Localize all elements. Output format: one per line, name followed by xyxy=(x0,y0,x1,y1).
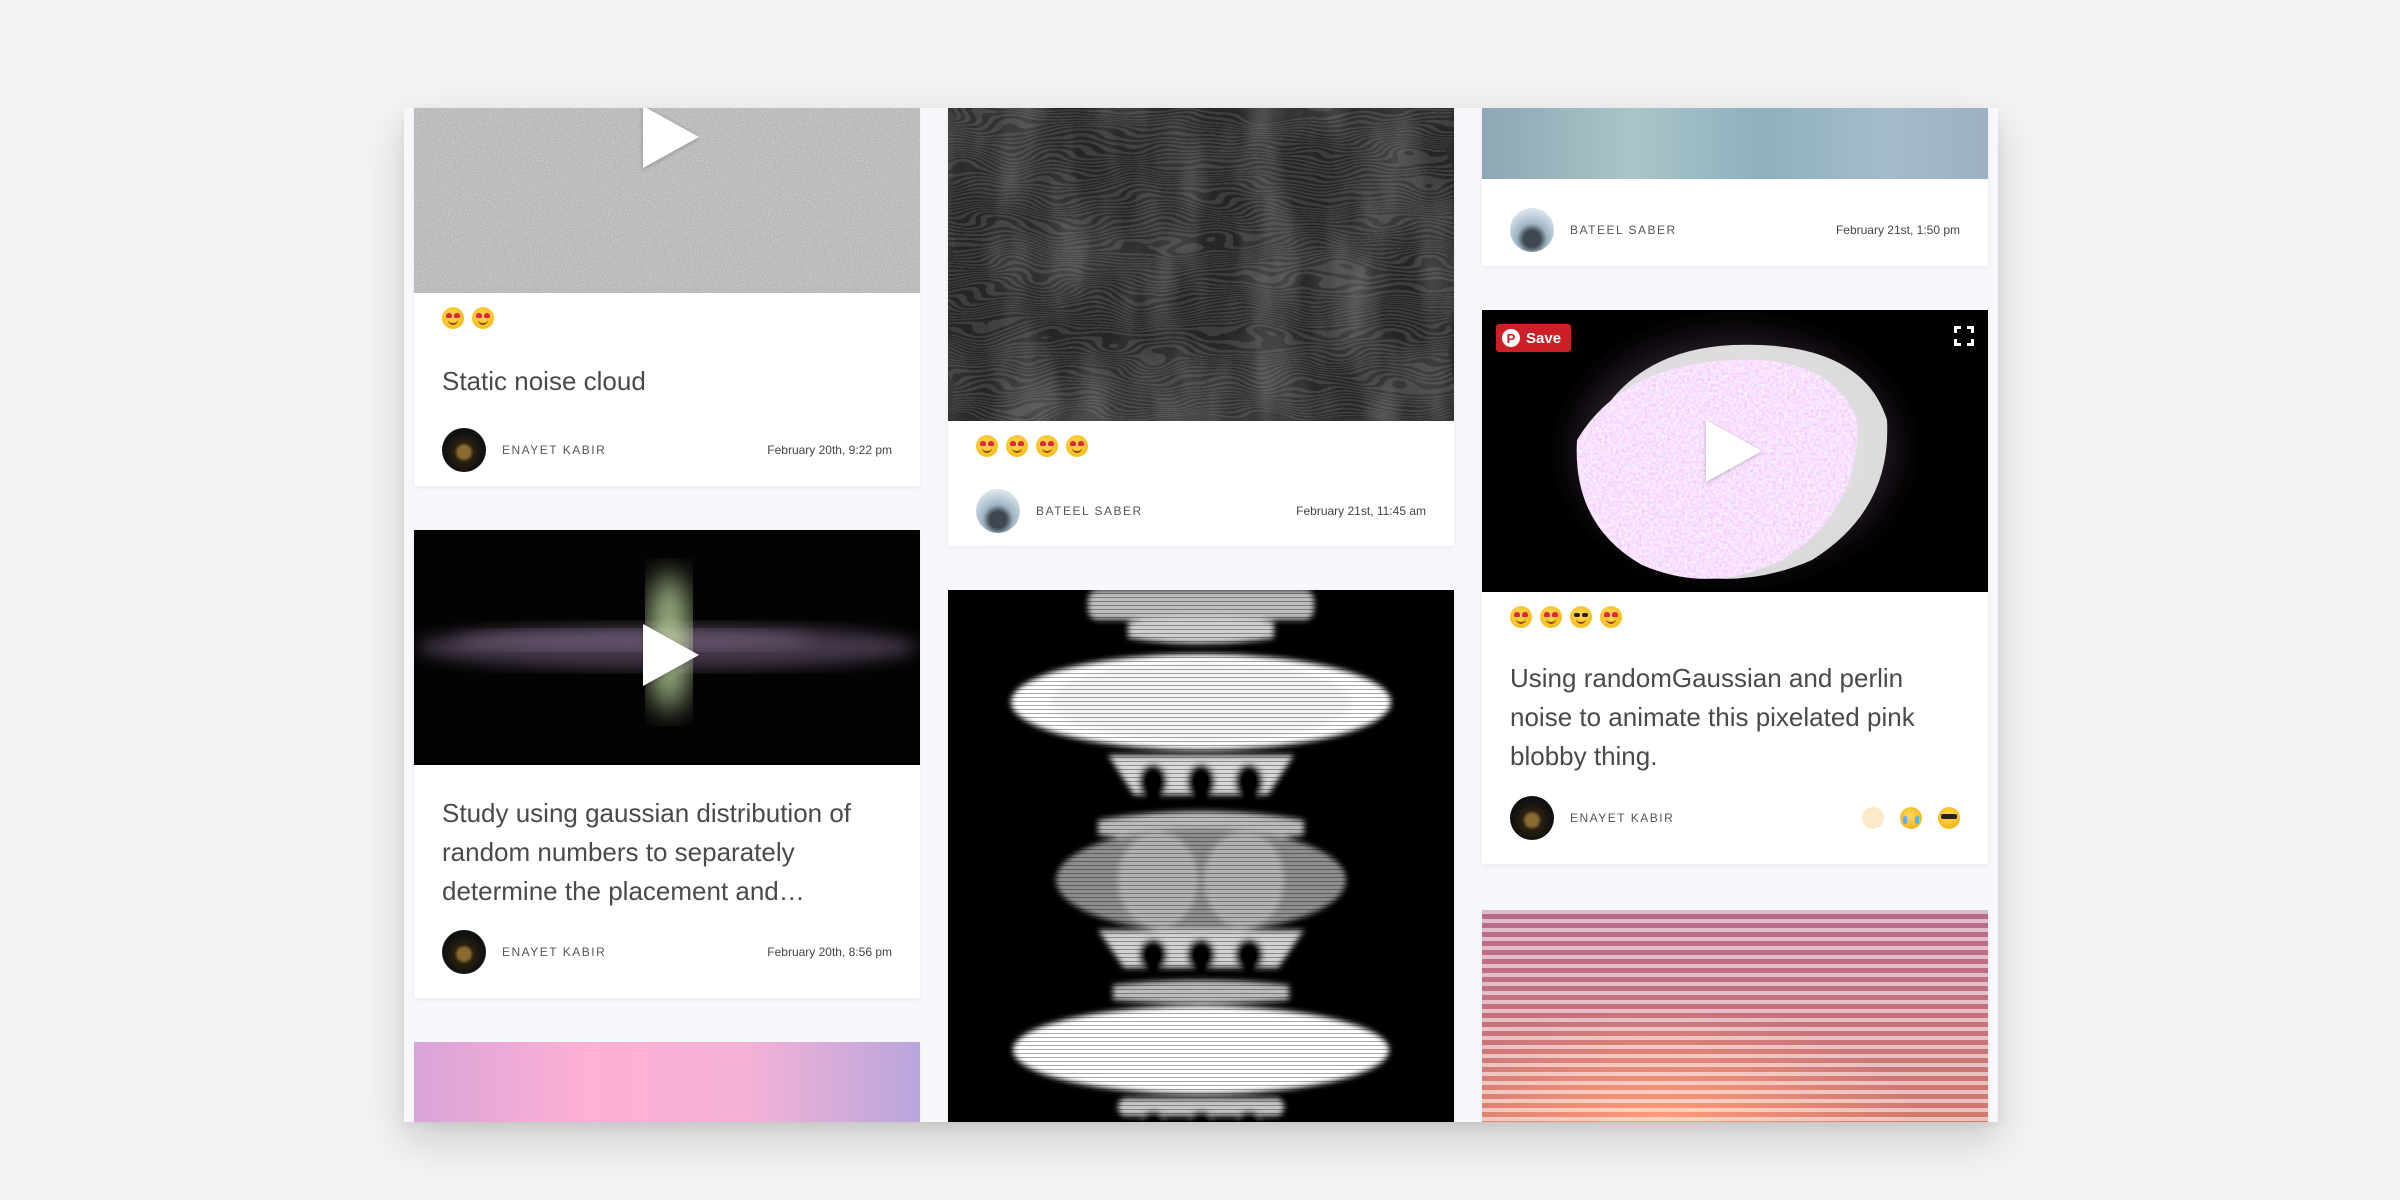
post-media-symmetric-totem[interactable] xyxy=(948,590,1454,1122)
post-media-teal-blur[interactable] xyxy=(1482,108,1988,179)
dark-waves-image xyxy=(948,108,1454,421)
symmetric-totem-image xyxy=(948,590,1454,1122)
post-date: February 20th, 8:56 pm xyxy=(767,945,892,959)
sunglasses-emoji xyxy=(1570,606,1592,628)
post-footer: ENAYET KABIR February 20th, 8:56 pm xyxy=(442,930,892,974)
avatar[interactable] xyxy=(1510,208,1554,252)
emoji-reactions xyxy=(976,435,1088,457)
heart-eyes-emoji xyxy=(1600,606,1622,628)
post-media-gaussian-dots[interactable] xyxy=(414,530,920,765)
post-title[interactable]: Static noise cloud xyxy=(442,362,892,401)
author-name[interactable]: ENAYET KABIR xyxy=(502,443,606,457)
post-title[interactable]: Using randomGaussian and perlin noise to… xyxy=(1510,659,1960,776)
post-card[interactable]: Static noise cloud ENAYET KABIR February… xyxy=(414,108,920,486)
heart-eyes-emoji xyxy=(1006,435,1028,457)
pinterest-icon: P xyxy=(1502,329,1520,347)
post-media-pink-blob[interactable]: P Save xyxy=(1482,310,1988,592)
heart-eyes-emoji xyxy=(472,307,494,329)
post-media-dark-waves[interactable] xyxy=(948,108,1454,421)
post-card[interactable] xyxy=(414,1042,920,1122)
emoji-reactions xyxy=(1510,606,1622,628)
author-name[interactable]: BATEEL SABER xyxy=(1570,223,1677,237)
post-card[interactable] xyxy=(948,590,1454,1122)
post-card[interactable]: BATEEL SABER February 21st, 11:45 am xyxy=(948,108,1454,546)
gallery-frame: Static noise cloud ENAYET KABIR February… xyxy=(404,108,1998,1122)
post-card[interactable]: BATEEL SABER February 21st, 1:50 pm xyxy=(1482,108,1988,266)
post-footer: BATEEL SABER February 21st, 1:50 pm xyxy=(1510,208,1960,252)
emoji-reactions xyxy=(442,307,494,329)
play-icon[interactable] xyxy=(1706,420,1762,482)
heart-eyes-emoji xyxy=(1540,606,1562,628)
heart-eyes-emoji xyxy=(1066,435,1088,457)
pinterest-save-button[interactable]: P Save xyxy=(1496,324,1572,352)
reaction-buttons xyxy=(1862,807,1960,829)
heart-eyes-emoji xyxy=(976,435,998,457)
sunglasses-icon[interactable] xyxy=(1938,807,1960,829)
author-name[interactable]: ENAYET KABIR xyxy=(502,945,606,959)
save-label: Save xyxy=(1526,329,1562,347)
avatar[interactable] xyxy=(1510,796,1554,840)
avatar[interactable] xyxy=(442,930,486,974)
post-media-static-noise[interactable] xyxy=(414,108,920,293)
crying-laughing-icon[interactable] xyxy=(1900,807,1922,829)
author-name[interactable]: ENAYET KABIR xyxy=(1570,811,1674,825)
post-footer: ENAYET KABIR xyxy=(1510,796,1960,840)
post-card[interactable]: Study using gaussian distribution of ran… xyxy=(414,530,920,998)
post-date: February 21st, 11:45 am xyxy=(1296,504,1426,518)
avatar[interactable] xyxy=(976,489,1020,533)
post-card[interactable] xyxy=(1482,910,1988,1122)
avatar[interactable] xyxy=(442,428,486,472)
post-footer: ENAYET KABIR February 20th, 9:22 pm xyxy=(442,428,892,472)
heart-eyes-emoji xyxy=(442,307,464,329)
post-card[interactable]: P Save Using randomGaussian and perlin n… xyxy=(1482,310,1988,864)
heart-eyes-emoji xyxy=(1510,606,1532,628)
post-media-pink-stripes[interactable] xyxy=(1482,910,1988,1122)
fullscreen-icon[interactable] xyxy=(1954,326,1974,346)
post-footer: BATEEL SABER February 21st, 11:45 am xyxy=(976,489,1426,533)
pink-stripes-image xyxy=(1482,910,1988,1122)
post-media-pink-gradient[interactable] xyxy=(414,1042,920,1122)
post-date: February 20th, 9:22 pm xyxy=(767,443,892,457)
play-icon[interactable] xyxy=(643,108,699,168)
faded-smile-icon[interactable] xyxy=(1862,807,1884,829)
post-date: February 21st, 1:50 pm xyxy=(1835,223,1960,237)
play-icon[interactable] xyxy=(643,624,699,686)
post-title[interactable]: Study using gaussian distribution of ran… xyxy=(442,794,892,911)
author-name[interactable]: BATEEL SABER xyxy=(1036,504,1143,518)
heart-eyes-emoji xyxy=(1036,435,1058,457)
